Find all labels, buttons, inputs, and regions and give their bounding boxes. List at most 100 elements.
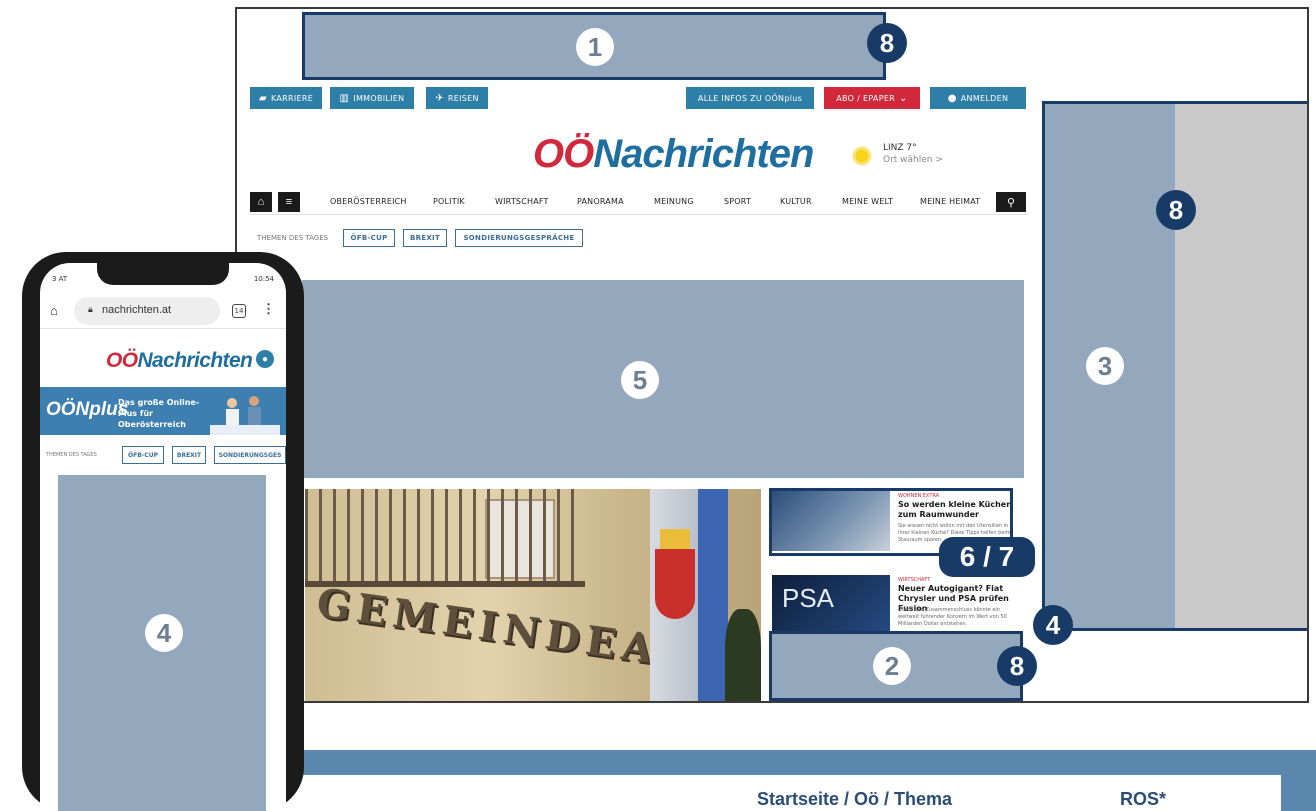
phone-themen-label: THEMEN DES TAGES bbox=[46, 452, 97, 458]
menu-button[interactable]: ≡ bbox=[278, 192, 300, 212]
karriere-label: KARRIERE bbox=[270, 93, 314, 103]
teaser-text: Durch den Zusammenschluss könnte ein wel… bbox=[898, 607, 1007, 627]
weather-city: LINZ 7° bbox=[883, 143, 917, 153]
nav-item-meine-heimat[interactable]: MEINE HEIMAT bbox=[920, 197, 980, 206]
logo-part-nachrichten: Nachrichten bbox=[593, 132, 814, 176]
weather-change-location-link[interactable]: Ort wählen > bbox=[883, 155, 943, 165]
home-button[interactable]: ⌂ bbox=[250, 192, 272, 212]
phone-status-time: 10:54 bbox=[253, 275, 274, 283]
phone-tag-sondierungs-label: SONDIERUNGSGES bbox=[218, 451, 282, 459]
tag-sondierungsgespraeche[interactable]: SONDIERUNGSGESPRÄCHE bbox=[455, 229, 583, 247]
ad-slot-1-number: 1 bbox=[576, 28, 614, 66]
ad-slot-4-badge: 4 bbox=[1033, 605, 1073, 645]
psa-image-text: PSA bbox=[782, 583, 835, 613]
main-navigation: ⌂ ≡ OBERÖSTERREICH POLITIK WIRTSCHAFT PA… bbox=[250, 191, 1028, 215]
ad-slot-3-frame bbox=[1042, 101, 1307, 631]
logo-part-nachrichten: Nachrichten bbox=[137, 349, 253, 372]
ad-slot-3-badge: 8 bbox=[1156, 190, 1196, 230]
phone-url-text: nachrichten.at bbox=[102, 304, 172, 316]
sun-icon bbox=[849, 143, 875, 169]
desktop-browser-mock: 1 8 ▰ KARRIERE ▥ IMMOBILIEN ✈ REISEN ALL… bbox=[235, 7, 1309, 703]
tag-brexit-label: BREXIT bbox=[409, 234, 441, 242]
tag-sondierungsgespraeche-label: SONDIERUNGSGESPRÄCHE bbox=[463, 234, 575, 242]
phone-screen: 3 AT 10:54 ⌂ 🔒︎ nachrichten.at 14 ⋮ OÖNa… bbox=[40, 263, 286, 811]
phone-notch bbox=[97, 263, 229, 285]
site-logo[interactable]: OÖNachrichten bbox=[533, 132, 814, 176]
lock-icon: 🔒︎ bbox=[88, 304, 93, 314]
phone-tag-brexit-label: BREXIT bbox=[176, 451, 202, 459]
oonplus-info-button[interactable]: ALLE INFOS ZU OÖNplus bbox=[686, 87, 814, 109]
abo-epaper-button[interactable]: ABO / EPAPER ⌄ bbox=[824, 87, 920, 109]
oonplus-info-label: ALLE INFOS ZU OÖNplus bbox=[697, 93, 803, 103]
ad-slot-2-number: 2 bbox=[873, 647, 911, 685]
ad-slot-2-badge: 8 bbox=[997, 646, 1037, 686]
ad-slot-3-number: 3 bbox=[1086, 347, 1124, 385]
nav-item-politik[interactable]: POLITIK bbox=[433, 197, 465, 206]
placement-table-header: Startseite / Oö / Thema ROS* bbox=[180, 775, 1281, 811]
oonplus-banner-logo: OÖNplus bbox=[46, 399, 129, 420]
oonplus-banner-text: Das große Online-Plus für Oberösterreich bbox=[118, 398, 200, 429]
reisen-label: REISEN bbox=[447, 93, 479, 103]
phone-browser-bar: ⌂ 🔒︎ nachrichten.at 14 ⋮ bbox=[40, 293, 286, 329]
logo-part-oo: OÖ bbox=[106, 349, 138, 372]
oonplus-banner[interactable]: OÖNplus Das große Online-Plus für Oberös… bbox=[40, 387, 286, 435]
tag-oefb-cup[interactable]: ÖFB-CUP bbox=[343, 229, 395, 247]
nav-item-kultur[interactable]: KULTUR bbox=[780, 197, 812, 206]
nav-item-meinung[interactable]: MEINUNG bbox=[654, 197, 694, 206]
immobilien-button[interactable]: ▥ IMMOBILIEN bbox=[330, 87, 414, 109]
phone-themen-des-tages: THEMEN DES TAGES ÖFB-CUP BREXIT SONDIERU… bbox=[46, 446, 286, 466]
phone-tag-oefb-cup[interactable]: ÖFB-CUP bbox=[122, 446, 164, 464]
themen-des-tages: THEMEN DES TAGES ÖFB-CUP BREXIT SONDIERU… bbox=[257, 229, 657, 251]
table-col-startseite: Startseite / Oö / Thema bbox=[757, 789, 953, 809]
people-illustration-icon bbox=[210, 396, 280, 435]
phone-status-carrier: 3 AT bbox=[52, 275, 68, 283]
briefcase-icon: ▰ bbox=[258, 92, 267, 104]
nav-item-panorama[interactable]: PANORAMA bbox=[577, 197, 624, 206]
user-icon: ● bbox=[947, 92, 957, 104]
ad-slot-1-badge: 8 bbox=[867, 23, 907, 63]
mobile-ad-slot-4-number: 4 bbox=[145, 614, 183, 652]
user-icon[interactable]: ● bbox=[256, 350, 274, 368]
table-col-ros: ROS* bbox=[1120, 789, 1167, 809]
search-icon: ⚲ bbox=[1006, 196, 1016, 209]
anmelden-label: ANMELDEN bbox=[960, 93, 1009, 103]
plane-icon: ✈ bbox=[435, 92, 444, 104]
ad-slot-5 bbox=[302, 280, 1024, 478]
chevron-down-icon: ⌄ bbox=[899, 92, 908, 104]
phone-tag-oefb-cup-label: ÖFB-CUP bbox=[128, 451, 158, 459]
themen-label: THEMEN DES TAGES bbox=[257, 234, 329, 242]
ad-slot-5-number: 5 bbox=[621, 361, 659, 399]
tag-oefb-cup-label: ÖFB-CUP bbox=[350, 234, 388, 242]
teaser-autogigant[interactable]: PSA WIRTSCHAFT Neuer Autogigant? Fiat Ch… bbox=[772, 575, 1014, 635]
home-icon[interactable]: ⌂ bbox=[50, 303, 58, 318]
ad-slot-6-7-badge: 6 / 7 bbox=[939, 537, 1035, 577]
lead-article-photo[interactable]: GEMEINDEAMT bbox=[305, 489, 761, 701]
teaser-psa-image: PSA bbox=[772, 575, 890, 635]
phone-url-field[interactable]: 🔒︎ nachrichten.at bbox=[74, 297, 220, 325]
phone-site-logo[interactable]: OÖNachrichten bbox=[106, 349, 253, 373]
tag-brexit[interactable]: BREXIT bbox=[403, 229, 447, 247]
nav-item-meine-welt[interactable]: MEINE WELT bbox=[842, 197, 893, 206]
reisen-button[interactable]: ✈ REISEN bbox=[426, 87, 488, 109]
utility-bar: ▰ KARRIERE ▥ IMMOBILIEN ✈ REISEN ALLE IN… bbox=[250, 87, 1028, 113]
anmelden-button[interactable]: ● ANMELDEN bbox=[930, 87, 1026, 109]
nav-item-wirtschaft[interactable]: WIRTSCHAFT bbox=[495, 197, 549, 206]
nav-item-oberoesterreich[interactable]: OBERÖSTERREICH bbox=[330, 197, 407, 206]
tabs-count: 14 bbox=[234, 307, 244, 315]
hamburger-icon: ≡ bbox=[285, 196, 293, 208]
tabs-count-icon[interactable]: 14 bbox=[232, 304, 246, 318]
abo-epaper-label: ABO / EPAPER bbox=[836, 93, 896, 103]
building-icon: ▥ bbox=[339, 92, 350, 104]
karriere-button[interactable]: ▰ KARRIERE bbox=[250, 87, 322, 109]
phone-tag-brexit[interactable]: BREXIT bbox=[172, 446, 206, 464]
immobilien-label: IMMOBILIEN bbox=[353, 93, 405, 103]
teaser-category: WIRTSCHAFT bbox=[898, 577, 931, 583]
weather-widget[interactable]: LINZ 7° Ort wählen > bbox=[847, 139, 967, 179]
phone-tag-sondierungs[interactable]: SONDIERUNGSGES bbox=[214, 446, 286, 464]
search-button[interactable]: ⚲ bbox=[996, 192, 1026, 212]
home-icon: ⌂ bbox=[257, 196, 265, 208]
more-menu-icon[interactable]: ⋮ bbox=[262, 301, 275, 317]
nav-item-sport[interactable]: SPORT bbox=[724, 197, 751, 206]
logo-part-oo: OÖ bbox=[533, 132, 594, 176]
coat-of-arms-icon bbox=[655, 549, 695, 619]
